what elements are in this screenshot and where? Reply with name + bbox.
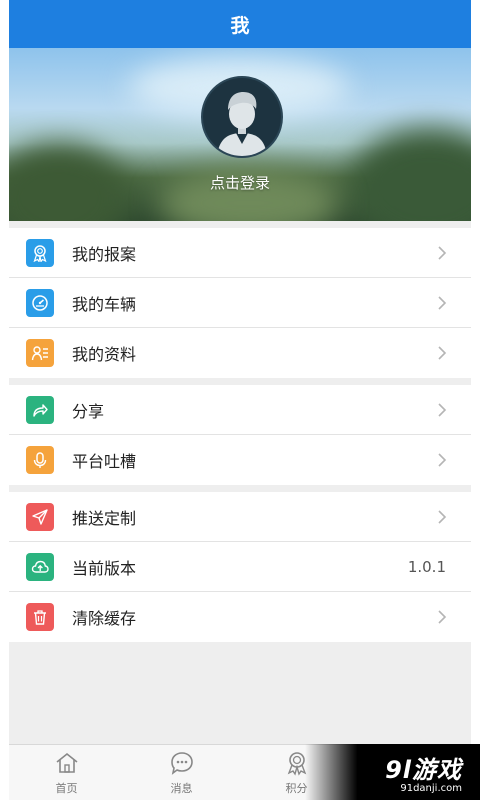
profile-card-icon bbox=[26, 339, 54, 367]
trash-icon bbox=[26, 603, 54, 631]
settings-menu: 我的报案我的车辆我的资料分享平台吐槽推送定制当前版本 1.0.1 清除缓存 bbox=[9, 228, 471, 642]
chevron-right-icon bbox=[438, 402, 447, 417]
menu-item-label: 平台吐槽 bbox=[72, 452, 137, 471]
watermark-logo: 9l游戏 bbox=[385, 756, 462, 784]
microphone-icon bbox=[26, 446, 54, 474]
menu-item-award[interactable]: 我的报案 bbox=[9, 228, 471, 278]
chevron-right-icon bbox=[438, 453, 447, 467]
menu-item-cloud-upload[interactable]: 当前版本 1.0.1 bbox=[9, 542, 471, 592]
send-icon bbox=[26, 502, 54, 531]
menu-group: 推送定制当前版本 1.0.1 清除缓存 bbox=[9, 492, 471, 642]
menu-item-speedometer[interactable]: 我的车辆 bbox=[9, 278, 471, 328]
chevron-right-icon bbox=[438, 295, 447, 310]
profile-banner[interactable]: 点击登录 bbox=[9, 48, 471, 221]
tab-label: 首页 bbox=[55, 782, 78, 795]
cloud-upload-icon bbox=[26, 552, 54, 581]
menu-item-label: 我的资料 bbox=[72, 345, 137, 364]
chevron-right-icon bbox=[438, 245, 447, 260]
title-bar: 我 bbox=[9, 0, 471, 48]
menu-item-label: 我的车辆 bbox=[72, 294, 137, 314]
tab-messages[interactable]: 消息 bbox=[124, 745, 239, 800]
chevron-right-icon bbox=[438, 610, 447, 624]
menu-group: 分享 平台吐槽 bbox=[9, 385, 471, 485]
menu-item-label: 分享 bbox=[72, 401, 105, 421]
chevron-right-icon bbox=[438, 509, 447, 524]
tab-label: 消息 bbox=[170, 782, 193, 795]
avatar[interactable] bbox=[201, 76, 283, 158]
tab-home[interactable]: 首页 bbox=[9, 745, 124, 800]
watermark: 9l游戏 91danji.com bbox=[305, 744, 480, 800]
menu-item-share[interactable]: 分享 bbox=[9, 385, 471, 435]
watermark-url: 91danji.com bbox=[400, 783, 462, 794]
login-link[interactable]: 点击登录 bbox=[9, 172, 471, 193]
menu-item-label: 当前版本 bbox=[72, 558, 137, 578]
menu-item-microphone[interactable]: 平台吐槽 bbox=[9, 435, 471, 485]
menu-item-label: 推送定制 bbox=[72, 508, 137, 528]
chat-icon bbox=[170, 752, 193, 775]
share-icon bbox=[26, 395, 54, 424]
menu-item-profile-card[interactable]: 我的资料 bbox=[9, 328, 471, 378]
app-screen: 我 点击登录 我的报案我的车辆我的资料分享平台吐槽推送定制当前版本 1.0.1 清除… bbox=[9, 0, 471, 800]
home-icon bbox=[56, 752, 77, 773]
speedometer-icon bbox=[26, 288, 54, 317]
menu-item-trash[interactable]: 清除缓存 bbox=[9, 592, 471, 642]
version-value: 1.0.1 bbox=[407, 557, 446, 576]
menu-item-label: 我的报案 bbox=[72, 244, 137, 264]
page-title: 我 bbox=[230, 14, 250, 37]
menu-item-send[interactable]: 推送定制 bbox=[9, 492, 471, 542]
menu-item-label: 清除缓存 bbox=[72, 609, 137, 628]
user-avatar-icon bbox=[217, 92, 267, 156]
chevron-right-icon bbox=[438, 346, 447, 360]
award-icon bbox=[26, 238, 54, 267]
menu-group: 我的报案我的车辆我的资料 bbox=[9, 228, 471, 378]
